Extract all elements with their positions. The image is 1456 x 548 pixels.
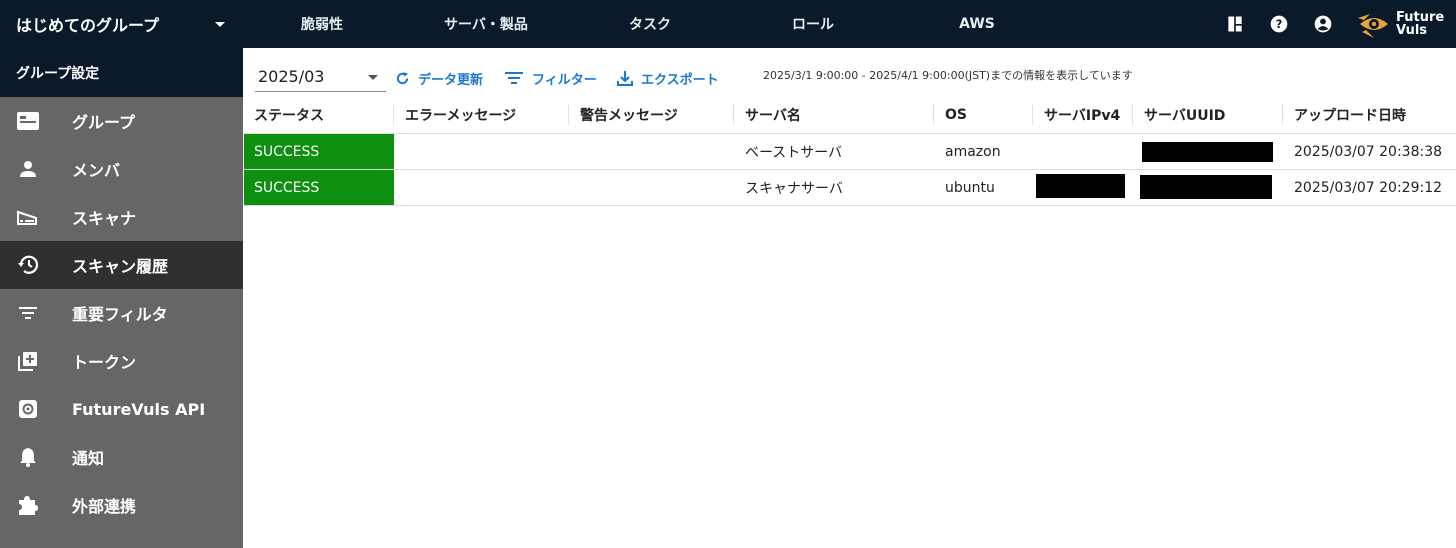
sidebar-item-scanner[interactable]: スキャナ [0,193,243,241]
sidebar-item-members[interactable]: メンバ [0,145,243,193]
nav-aws[interactable]: AWS [897,0,1057,48]
add-token-icon [16,349,40,373]
column-header-warning[interactable]: 警告メッセージ [569,97,734,133]
uuid-cell [1133,170,1283,205]
puzzle-icon [16,493,40,517]
redaction-box [1036,174,1125,198]
group-selector[interactable]: はじめてのグループ [0,0,243,48]
uploaded-cell: 2025/03/07 20:29:12 [1294,179,1443,196]
sidebar-item-important-filter[interactable]: 重要フィルタ [0,289,243,337]
group-card-icon [16,109,40,133]
sidebar-title: グループ設定 [0,48,243,97]
status-cell: SUCCESS [244,170,394,205]
table-header: ステータス エラーメッセージ 警告メッセージ サーバ名 OS サーバIPv4 サ… [243,97,1456,134]
month-select-value: 2025/03 [258,67,325,86]
help-icon[interactable]: ? [1269,14,1289,34]
refresh-button[interactable]: データ更新 [395,66,483,90]
sidebar: グループ設定 グループ メンバ スキャナ スキャン履歴 重要フィルタ トークン … [0,48,243,548]
column-header-uploaded[interactable]: アップロード日時 [1283,97,1456,133]
table-row[interactable]: SUCCESS ベーストサーバ amazon 2025/03/07 20:38:… [243,134,1456,170]
sidebar-item-group[interactable]: グループ [0,97,243,145]
sidebar-item-api[interactable]: FutureVuls API [0,385,243,433]
refresh-icon [396,71,409,84]
column-header-os[interactable]: OS [934,97,1033,133]
sidebar-item-label: グループ [72,113,136,132]
nav-servers-products[interactable]: サーバ・製品 [406,0,566,48]
sidebar-item-label: 重要フィルタ [72,305,168,324]
download-icon [617,71,633,86]
filter-button[interactable]: フィルター [504,66,597,90]
redaction-box [1140,175,1272,199]
error-cell [394,170,569,205]
os-cell: amazon [945,143,1001,160]
chevron-down-icon [368,75,378,80]
ipv4-cell [1033,170,1133,205]
uploaded-cell: 2025/03/07 20:38:38 [1294,143,1443,160]
sidebar-item-label: メンバ [72,161,121,180]
sidebar-item-label: スキャン履歴 [72,257,169,276]
sidebar-item-token[interactable]: トークン [0,337,243,385]
error-cell [394,134,569,169]
sidebar-item-label: スキャナ [72,209,137,228]
export-label: エクスポート [641,72,719,88]
status-cell: SUCCESS [244,134,394,169]
group-name: はじめてのグループ [16,16,160,35]
person-icon [16,157,40,181]
api-gear-icon [16,397,40,421]
warning-cell [569,134,734,169]
sidebar-item-notification[interactable]: 通知 [0,433,243,481]
server-name-cell: ベーストサーバ [745,144,843,161]
month-select[interactable]: 2025/03 [255,62,386,92]
sidebar-item-label: トークン [72,353,137,372]
svg-text:?: ? [1276,17,1283,31]
account-icon[interactable] [1313,14,1333,34]
sidebar-item-label: FutureVuls API [72,399,206,419]
bell-icon [16,445,40,469]
scan-history-table: ステータス エラーメッセージ 警告メッセージ サーバ名 OS サーバIPv4 サ… [243,97,1456,206]
filter-label: フィルター [532,72,597,88]
dashboard-icon[interactable] [1225,14,1245,34]
nav-tasks[interactable]: タスク [570,0,730,48]
top-header: はじめてのグループ 脆弱性 サーバ・製品 タスク ロール AWS ? Futur… [0,0,1456,48]
futurevuls-logo[interactable]: Future Vuls [1356,10,1448,40]
table-row[interactable]: SUCCESS スキャナサーバ ubuntu 2025/03/07 20:29:… [243,170,1456,206]
date-range-info: 2025/3/1 9:00:00 - 2025/4/1 9:00:00(JST)… [763,69,1133,82]
redaction-box [1142,142,1273,162]
filter-icon [16,301,40,325]
sidebar-item-integrations[interactable]: 外部連携 [0,481,243,529]
nav-vulnerabilities[interactable]: 脆弱性 [242,0,402,48]
export-button[interactable]: エクスポート [617,66,719,90]
logo-text-line2: Vuls [1396,23,1428,38]
uuid-cell [1133,134,1283,169]
history-icon [16,253,40,277]
eye-logo-icon [1358,14,1388,38]
scanner-icon [16,205,40,229]
os-cell: ubuntu [945,179,995,196]
server-name-cell: スキャナサーバ [745,180,843,197]
column-header-ipv4[interactable]: サーバIPv4 [1033,97,1133,133]
sidebar-item-scan-history[interactable]: スキャン履歴 [0,241,243,289]
ipv4-cell [1033,134,1133,169]
column-header-error[interactable]: エラーメッセージ [394,97,569,133]
chevron-down-icon [215,22,225,27]
sidebar-item-label: 外部連携 [72,497,137,516]
filter-icon [505,72,523,84]
column-header-uuid[interactable]: サーバUUID [1133,97,1283,133]
column-header-server-name[interactable]: サーバ名 [734,97,934,133]
refresh-label: データ更新 [418,72,484,88]
nav-roles[interactable]: ロール [733,0,893,48]
sidebar-item-label: 通知 [72,449,105,468]
column-header-status[interactable]: ステータス [243,97,394,133]
warning-cell [569,170,734,205]
